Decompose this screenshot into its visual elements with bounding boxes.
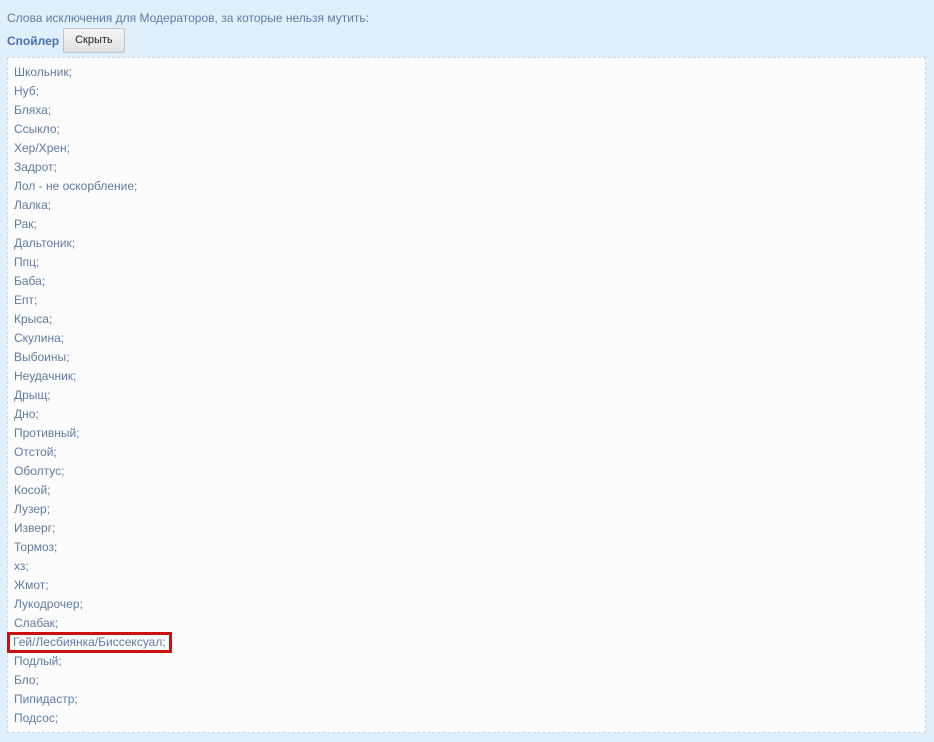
word-text: Скулина; — [14, 331, 65, 345]
word-item: Задрот; — [13, 158, 925, 177]
word-text: Дрыщ; — [14, 388, 51, 402]
word-text: Дальтоник; — [14, 236, 76, 250]
word-text: Хер/Хрен; — [14, 141, 70, 155]
word-list: Школьник; Нуб; Бляха; Ссыкло; Хер/Хрен; Задро… — [7, 58, 925, 728]
spoiler-title: Спойлер — [7, 33, 60, 48]
word-item: Нуб; — [13, 82, 925, 101]
word-item: Ссыкло; — [13, 120, 925, 139]
intro-text: Слова исключения для Модераторов, за кот… — [7, 11, 370, 25]
word-item: Слабак; — [13, 614, 925, 633]
word-text: Лол - не оскорбление; — [14, 179, 138, 193]
word-text: Нуб; — [14, 84, 40, 98]
word-text: Подлый; — [14, 654, 62, 668]
word-item: Рак; — [13, 215, 925, 234]
word-item: Крыса; — [13, 310, 925, 329]
word-item: Отстой; — [13, 443, 925, 462]
word-text: Лалка; — [14, 198, 52, 212]
word-text: Епт; — [14, 293, 38, 307]
word-text: Рак; — [14, 217, 37, 231]
word-item: Бляха; — [13, 101, 925, 120]
word-item: Дно; — [13, 405, 925, 424]
word-text: Изверг; — [14, 521, 56, 535]
word-text: Оболтус; — [14, 464, 65, 478]
word-text: Слабак; — [14, 616, 59, 630]
word-item: Лузер; — [13, 500, 925, 519]
word-text: Косой; — [14, 483, 51, 497]
word-item: Лукодрочер; — [13, 595, 925, 614]
word-text: Ссыкло; — [14, 122, 60, 136]
word-item: Жмот; — [13, 576, 925, 595]
word-item: Хер/Хрен; — [13, 139, 925, 158]
word-text: Дно; — [14, 407, 39, 421]
word-text: Тормоз; — [14, 540, 58, 554]
forum-post: Слова исключения для Модераторов, за кот… — [0, 0, 934, 742]
spoiler-content: Школьник; Нуб; Бляха; Ссыкло; Хер/Хрен; Задро… — [7, 57, 926, 733]
word-item: Скулина; — [13, 329, 925, 348]
word-text: Баба; — [14, 274, 46, 288]
word-text: Задрот; — [14, 160, 57, 174]
word-text: Выбоины; — [14, 350, 70, 364]
word-item: Дрыщ; — [13, 386, 925, 405]
word-text: Пипидастр; — [14, 692, 78, 706]
word-item: Дальтоник; — [13, 234, 925, 253]
word-item: Лалка; — [13, 196, 925, 215]
word-item: Баба; — [13, 272, 925, 291]
word-text: Отстой; — [14, 445, 57, 459]
word-text: Гей/Лесбиянка/Биссексуал; — [7, 632, 172, 653]
word-item: Неудачник; — [13, 367, 925, 386]
word-text: Школьник; — [14, 65, 72, 79]
word-text: Неудачник; — [14, 369, 77, 383]
word-item: Подлый; — [13, 652, 925, 671]
spoiler-toggle-button[interactable]: Скрыть — [63, 28, 125, 53]
word-text: Подсос; — [14, 711, 59, 725]
word-item: Подсос; — [13, 709, 925, 728]
word-item: Косой; — [13, 481, 925, 500]
word-text: Ппц; — [14, 255, 40, 269]
word-item: Изверг; — [13, 519, 925, 538]
word-item: Школьник; — [13, 63, 925, 82]
word-item: Епт; — [13, 291, 925, 310]
word-item: Тормоз; — [13, 538, 925, 557]
word-item: Бло; — [13, 671, 925, 690]
word-text: Жмот; — [14, 578, 49, 592]
word-text: Крыса; — [14, 312, 53, 326]
word-item: Ппц; — [13, 253, 925, 272]
spoiler-header: Спойлер Скрыть — [7, 28, 125, 53]
word-item: Пипидастр; — [13, 690, 925, 709]
highlighted-word-item: Гей/Лесбиянка/Биссексуал; — [7, 632, 925, 653]
word-item: хз; — [13, 557, 925, 576]
word-text: Противный; — [14, 426, 80, 440]
word-item: Выбоины; — [13, 348, 925, 367]
word-text: Лузер; — [14, 502, 51, 516]
word-text: Бляха; — [14, 103, 52, 117]
word-text: Лукодрочер; — [14, 597, 83, 611]
word-text: Бло; — [14, 673, 39, 687]
word-item: Лол - не оскорбление; — [13, 177, 925, 196]
word-item: Противный; — [13, 424, 925, 443]
word-text: хз; — [14, 559, 29, 573]
word-item: Оболтус; — [13, 462, 925, 481]
